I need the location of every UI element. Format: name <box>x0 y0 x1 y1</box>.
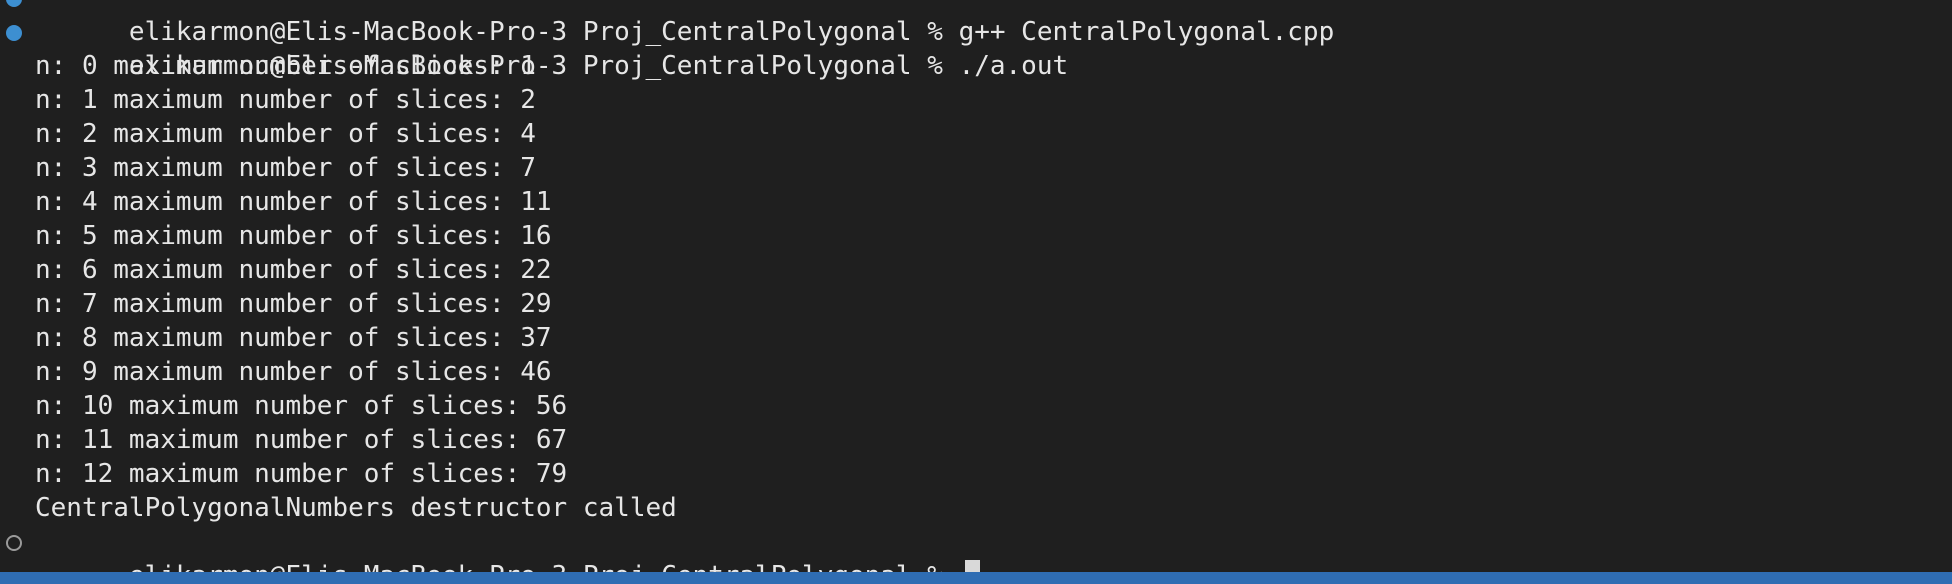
command-line: elikarmon@Elis-MacBook-Pro-3 Proj_Centra… <box>0 15 1952 81</box>
command-line: elikarmon@Elis-MacBook-Pro-3 Proj_Centra… <box>0 0 1952 47</box>
output-line: n: 10 maximum number of slices: 56 <box>35 391 568 421</box>
output-line: n: 8 maximum number of slices: 37 <box>35 323 552 353</box>
output-line: n: 1 maximum number of slices: 2 <box>35 85 536 115</box>
output-line: CentralPolygonalNumbers destructor calle… <box>35 493 677 523</box>
output-line: n: 2 maximum number of slices: 4 <box>35 119 536 149</box>
output-line: n: 3 maximum number of slices: 7 <box>35 153 536 183</box>
output-line: n: 7 maximum number of slices: 29 <box>35 289 552 319</box>
command-pending-decoration-icon <box>6 535 22 551</box>
status-bar <box>0 572 1952 584</box>
output-line: n: 6 maximum number of slices: 22 <box>35 255 552 285</box>
output-line: n: 9 maximum number of slices: 46 <box>35 357 552 387</box>
output-line: n: 4 maximum number of slices: 11 <box>35 187 552 217</box>
command-success-decoration-icon[interactable] <box>6 0 22 7</box>
terminal-output: elikarmon@Elis-MacBook-Pro-3 Proj_Centra… <box>0 0 1952 572</box>
output-line: n: 0 maximum number of slices: 1 <box>35 51 536 81</box>
command-success-decoration-icon[interactable] <box>6 25 22 41</box>
output-line: n: 5 maximum number of slices: 16 <box>35 221 552 251</box>
output-line: n: 11 maximum number of slices: 67 <box>35 425 568 455</box>
text-cursor <box>964 560 980 572</box>
output-line: n: 12 maximum number of slices: 79 <box>35 459 568 489</box>
prompt: elikarmon@Elis-MacBook-Pro-3 Proj_Centra… <box>129 561 959 572</box>
active-prompt-line[interactable]: elikarmon@Elis-MacBook-Pro-3 Proj_Centra… <box>0 525 1952 572</box>
terminal-panel[interactable]: elikarmon@Elis-MacBook-Pro-3 Proj_Centra… <box>0 0 1952 572</box>
